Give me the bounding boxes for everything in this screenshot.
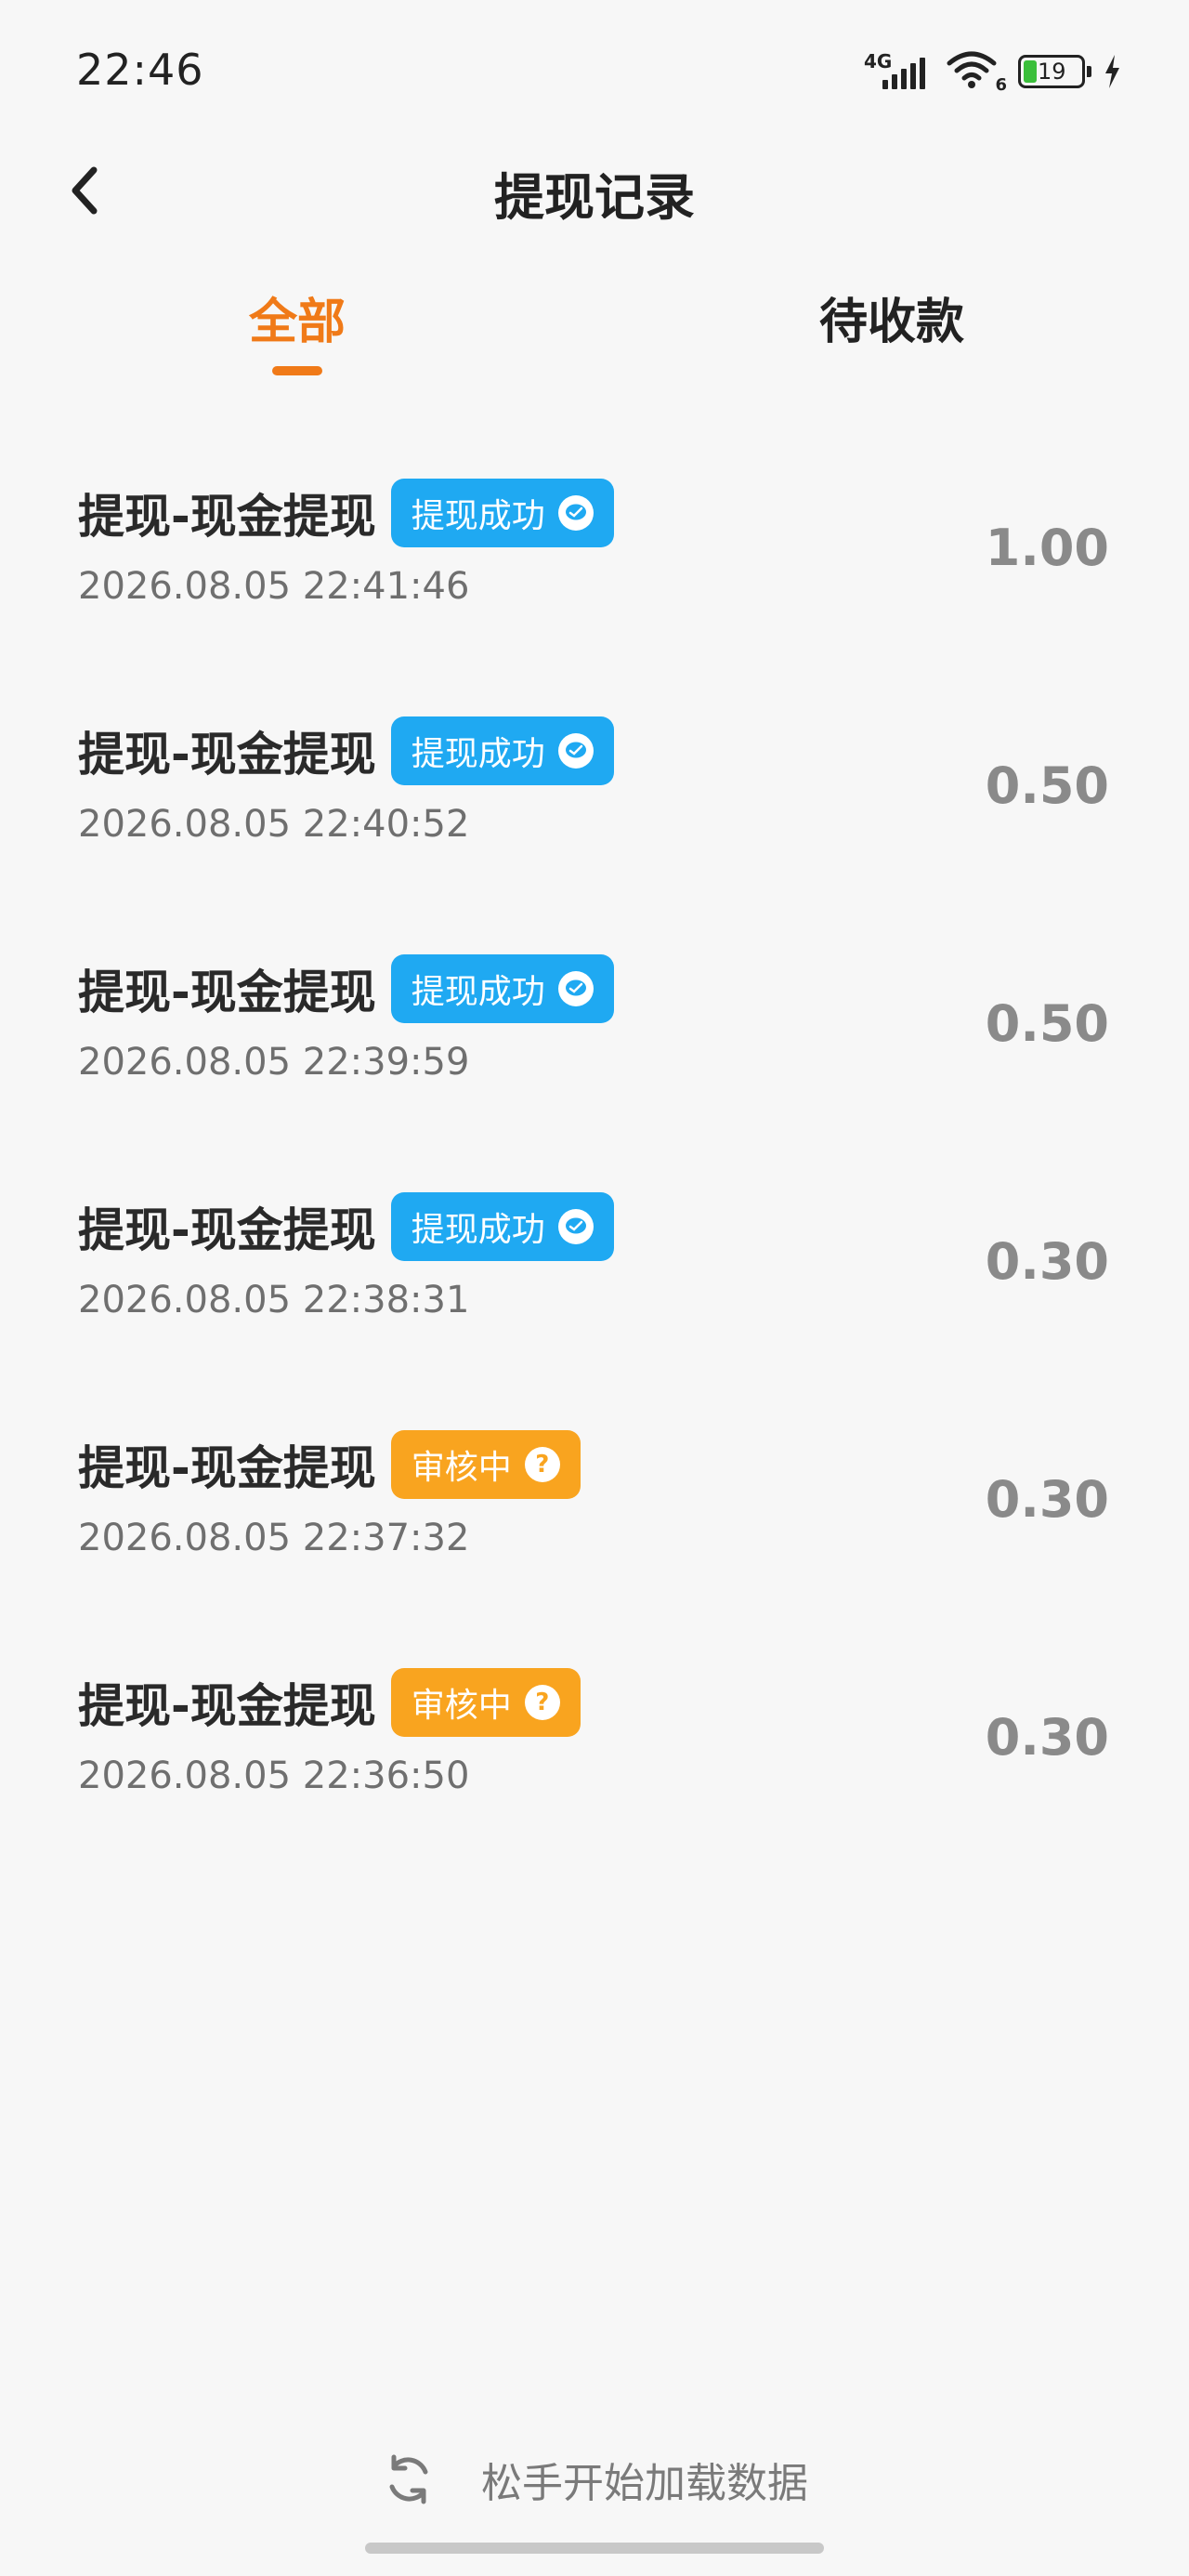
record-time: 2026.08.05 22:39:59 [78,1041,470,1084]
list-item[interactable]: 提现-现金提现 审核中 ? 2026.08.05 22:37:32 0.30 [0,1416,1189,1654]
status-badge: 提现成功 [390,1192,614,1261]
wifi-icon: 6 [946,48,1007,95]
list-item[interactable]: 提现-现金提现 提现成功 2026.08.05 22:41:46 1.00 [0,465,1189,703]
record-title: 提现-现金提现 [78,728,376,782]
status-label: 审核中 [411,1687,512,1725]
record-time: 2026.08.05 22:38:31 [78,1279,470,1321]
status-badge: 提现成功 [390,954,614,1023]
record-amount: 0.50 [985,756,1109,815]
home-indicator[interactable] [365,2543,824,2554]
list-item[interactable]: 提现-现金提现 提现成功 2026.08.05 22:39:59 0.50 [0,940,1189,1178]
record-amount: 0.30 [985,1232,1109,1291]
status-badge: 提现成功 [390,716,614,785]
wechat-icon [557,971,594,1006]
record-title: 提现-现金提现 [78,966,376,1019]
record-title: 提现-现金提现 [78,490,376,544]
status-label: 提现成功 [411,1211,545,1249]
status-badge: 审核中 ? [390,1430,581,1499]
wechat-icon [557,733,594,769]
withdrawal-record-list: 提现-现金提现 提现成功 2026.08.05 22:41:46 1.00 提现… [0,465,1189,1892]
status-label: 提现成功 [411,497,545,535]
question-icon[interactable]: ? [524,1447,560,1482]
tab-all[interactable]: 全部 [158,283,437,352]
status-badge: 审核中 ? [390,1668,581,1737]
refresh-icon [389,2454,428,2504]
record-amount: 0.50 [985,994,1109,1053]
tab-bar: 全部 待收款 [0,269,1189,381]
nav-bar: 提现记录 [0,139,1189,242]
record-time: 2026.08.05 22:37:32 [78,1517,470,1559]
record-title: 提现-现金提现 [78,1203,376,1257]
load-hint-text: 松手开始加载数据 [481,2460,808,2507]
signal-icon: 4G [864,48,929,95]
status-label: 提现成功 [411,973,545,1011]
record-amount: 0.30 [985,1470,1109,1529]
status-label: 审核中 [411,1449,512,1487]
list-item[interactable]: 提现-现金提现 提现成功 2026.08.05 22:38:31 0.30 [0,1178,1189,1416]
tab-pending[interactable]: 待收款 [752,283,1031,352]
load-more-hint: 松手开始加载数据 [0,2442,1189,2517]
record-amount: 1.00 [985,519,1109,577]
status-badge: 提现成功 [390,479,614,547]
wechat-icon [557,495,594,531]
wechat-icon [557,1209,594,1244]
tab-active-indicator [272,366,322,375]
list-item[interactable]: 提现-现金提现 审核中 ? 2026.08.05 22:36:50 0.30 [0,1654,1189,1892]
status-time: 22:46 [76,45,204,95]
page-title: 提现记录 [494,168,695,227]
record-title: 提现-现金提现 [78,1441,376,1495]
status-label: 提现成功 [411,735,545,773]
battery-level: 19 [1038,59,1066,85]
record-amount: 0.30 [985,1708,1109,1767]
record-time: 2026.08.05 22:40:52 [78,803,470,846]
status-bar: 22:46 4G 6 19 [0,0,1189,139]
charging-icon [1102,53,1122,90]
battery-icon: 19 [1018,55,1091,88]
status-icons: 4G 6 19 [864,48,1122,95]
record-time: 2026.08.05 22:36:50 [78,1755,470,1797]
record-time: 2026.08.05 22:41:46 [78,565,470,608]
wifi-badge: 6 [995,75,1007,95]
record-title: 提现-现金提现 [78,1679,376,1733]
list-item[interactable]: 提现-现金提现 提现成功 2026.08.05 22:40:52 0.50 [0,703,1189,940]
question-icon[interactable]: ? [524,1685,560,1720]
